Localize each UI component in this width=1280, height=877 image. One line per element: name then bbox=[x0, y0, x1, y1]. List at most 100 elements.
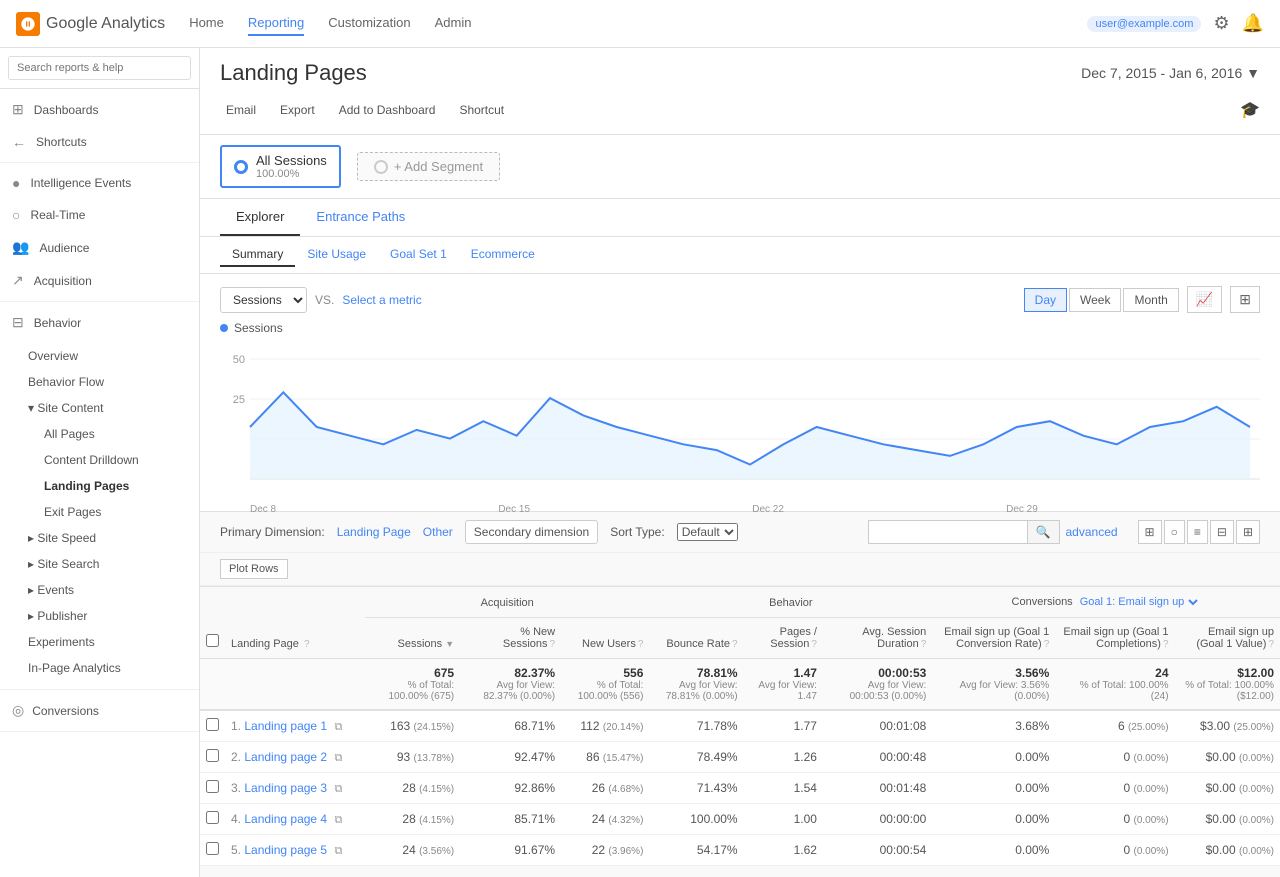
email-button[interactable]: Email bbox=[220, 100, 262, 120]
sort-type-select[interactable]: Default bbox=[677, 523, 738, 541]
row-checkbox-4[interactable] bbox=[206, 811, 219, 824]
shortcut-button[interactable]: Shortcut bbox=[453, 100, 510, 120]
sidebar-item-landing-pages[interactable]: Landing Pages bbox=[16, 473, 199, 499]
notifications-icon[interactable]: 🔔 bbox=[1242, 13, 1264, 34]
view-list-btn[interactable]: ≡ bbox=[1187, 520, 1208, 544]
row-num: 1. bbox=[231, 719, 241, 733]
nav-home[interactable]: Home bbox=[189, 11, 224, 36]
sub-tab-ecommerce[interactable]: Ecommerce bbox=[459, 243, 547, 267]
sidebar-item-all-pages[interactable]: All Pages bbox=[16, 421, 199, 447]
add-segment[interactable]: + Add Segment bbox=[357, 152, 500, 181]
info-icon[interactable]: ? bbox=[921, 639, 927, 650]
secondary-dim-btn[interactable]: Secondary dimension bbox=[465, 520, 598, 544]
view-pivot-btn[interactable]: ⊟ bbox=[1210, 520, 1234, 544]
export-button[interactable]: Export bbox=[274, 100, 321, 120]
plot-rows-btn[interactable]: Plot Rows bbox=[220, 559, 288, 579]
sidebar-item-content-drilldown[interactable]: Content Drilldown bbox=[16, 447, 199, 473]
landing-page-link-5[interactable]: Landing page 5 bbox=[244, 843, 327, 857]
table-row: 2. Landing page 2 ⧉ 93 (13.78%) 92.47% 8… bbox=[200, 742, 1280, 773]
col-group-behavior: Behavior bbox=[649, 587, 932, 618]
active-segment[interactable]: All Sessions 100.00% bbox=[220, 145, 341, 188]
realtime-icon: ○ bbox=[12, 207, 20, 223]
copy-icon[interactable]: ⧉ bbox=[334, 752, 342, 764]
landing-page-link-3[interactable]: Landing page 3 bbox=[244, 781, 327, 795]
copy-icon[interactable]: ⧉ bbox=[334, 845, 342, 857]
row-checkbox-2[interactable] bbox=[206, 749, 219, 762]
advanced-link[interactable]: advanced bbox=[1066, 525, 1118, 539]
goal-dropdown[interactable]: Goal 1: Email sign up bbox=[1076, 595, 1201, 609]
info-icon[interactable]: ? bbox=[1268, 639, 1274, 650]
user-chip[interactable]: user@example.com bbox=[1087, 16, 1201, 32]
sidebar-item-site-search[interactable]: ▸ Site Search bbox=[0, 551, 199, 577]
copy-icon[interactable]: ⧉ bbox=[334, 814, 342, 826]
sidebar-item-experiments[interactable]: Experiments bbox=[0, 629, 199, 655]
sidebar-item-intelligence[interactable]: ● Intelligence Events bbox=[0, 167, 199, 199]
sidebar-item-exit-pages[interactable]: Exit Pages bbox=[16, 499, 199, 525]
sidebar-item-acquisition[interactable]: ↗ Acquisition bbox=[0, 264, 199, 297]
info-icon[interactable]: ? bbox=[1163, 639, 1169, 650]
sidebar-item-audience[interactable]: 👥 Audience bbox=[0, 231, 199, 264]
view-table-btn[interactable]: ⊞ bbox=[1138, 520, 1162, 544]
nav-admin[interactable]: Admin bbox=[435, 11, 472, 36]
sidebar-item-site-speed[interactable]: ▸ Site Speed bbox=[0, 525, 199, 551]
primary-dim-link[interactable]: Landing Page bbox=[337, 525, 411, 539]
info-icon[interactable]: ? bbox=[1044, 639, 1050, 650]
sidebar-item-dashboards[interactable]: ⊞ Dashboards bbox=[0, 93, 199, 126]
sidebar-item-inpage[interactable]: In-Page Analytics bbox=[0, 655, 199, 681]
landing-page-link-1[interactable]: Landing page 1 bbox=[244, 719, 327, 733]
copy-icon[interactable]: ⧉ bbox=[334, 783, 342, 795]
table-search-btn[interactable]: 🔍 bbox=[1028, 520, 1060, 544]
sidebar-item-behavior[interactable]: ⊟ Behavior bbox=[0, 306, 199, 339]
top-nav: Google Analytics Home Reporting Customiz… bbox=[0, 0, 1280, 48]
intelligence-icon: ● bbox=[12, 175, 20, 191]
sidebar-item-publisher[interactable]: ▸ Publisher bbox=[0, 603, 199, 629]
sidebar-item-site-content[interactable]: ▾ Site Content bbox=[0, 395, 199, 421]
period-day-btn[interactable]: Day bbox=[1024, 288, 1067, 312]
metric-selector: Sessions VS. Select a metric bbox=[220, 287, 422, 313]
nav-customization[interactable]: Customization bbox=[328, 11, 410, 36]
sidebar-item-behavior-flow[interactable]: Behavior Flow bbox=[0, 369, 199, 395]
info-icon[interactable]: ? bbox=[732, 639, 738, 650]
table-search-input[interactable] bbox=[868, 520, 1028, 544]
period-month-btn[interactable]: Month bbox=[1123, 288, 1178, 312]
info-icon[interactable]: ? bbox=[638, 639, 644, 650]
sidebar-item-events[interactable]: ▸ Events bbox=[0, 577, 199, 603]
sidebar-item-realtime[interactable]: ○ Real-Time bbox=[0, 199, 199, 231]
sub-tabs: Summary Site Usage Goal Set 1 Ecommerce bbox=[200, 237, 1280, 274]
info-icon[interactable]: ? bbox=[811, 639, 817, 650]
select-metric[interactable]: Select a metric bbox=[342, 293, 421, 307]
line-chart-btn[interactable]: 📈 bbox=[1187, 286, 1222, 313]
cap-icon[interactable]: 🎓 bbox=[1240, 102, 1260, 119]
sidebar-item-conversions[interactable]: ◎ Conversions bbox=[0, 694, 199, 727]
date-range[interactable]: Dec 7, 2015 - Jan 6, 2016 ▼ bbox=[1081, 65, 1260, 81]
landing-page-link-2[interactable]: Landing page 2 bbox=[244, 750, 327, 764]
landing-page-link-4[interactable]: Landing page 4 bbox=[244, 812, 327, 826]
select-all-checkbox[interactable] bbox=[206, 634, 219, 647]
info-icon[interactable]: ? bbox=[304, 639, 310, 650]
sub-tab-summary[interactable]: Summary bbox=[220, 243, 295, 267]
row-checkbox-3[interactable] bbox=[206, 780, 219, 793]
sub-tab-site-usage[interactable]: Site Usage bbox=[295, 243, 378, 267]
period-week-btn[interactable]: Week bbox=[1069, 288, 1121, 312]
nav-reporting[interactable]: Reporting bbox=[248, 11, 304, 36]
settings-icon[interactable]: ⚙ bbox=[1213, 13, 1229, 34]
sidebar-item-shortcuts[interactable]: ← Shortcuts bbox=[0, 126, 199, 158]
tab-entrance-paths[interactable]: Entrance Paths bbox=[300, 199, 421, 236]
nav-right: user@example.com ⚙ 🔔 bbox=[1087, 13, 1264, 34]
view-pie-btn[interactable]: ○ bbox=[1164, 520, 1185, 544]
legend-dot bbox=[220, 324, 228, 332]
bar-chart-btn[interactable]: ⊞ bbox=[1230, 286, 1260, 313]
add-dashboard-button[interactable]: Add to Dashboard bbox=[333, 100, 442, 120]
info-icon[interactable]: ? bbox=[550, 639, 556, 650]
sidebar-item-overview[interactable]: Overview bbox=[0, 343, 199, 369]
row-checkbox-5[interactable] bbox=[206, 842, 219, 855]
view-map-btn[interactable]: ⊞ bbox=[1236, 520, 1260, 544]
search-input[interactable] bbox=[8, 56, 191, 80]
sub-tab-goal-set[interactable]: Goal Set 1 bbox=[378, 243, 459, 267]
copy-icon[interactable]: ⧉ bbox=[334, 721, 342, 733]
row-checkbox-1[interactable] bbox=[206, 718, 219, 731]
metric-dropdown[interactable]: Sessions bbox=[220, 287, 307, 313]
sessions-sort-arrow[interactable]: ▼ bbox=[445, 639, 454, 649]
tab-explorer[interactable]: Explorer bbox=[220, 199, 300, 236]
other-dim-link[interactable]: Other bbox=[423, 525, 453, 539]
